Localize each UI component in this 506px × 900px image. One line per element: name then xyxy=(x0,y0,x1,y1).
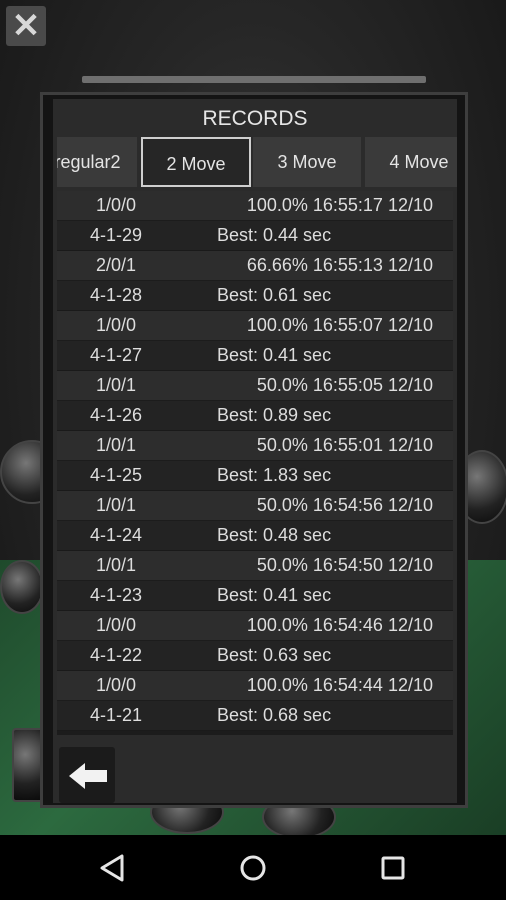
record-stats: 50.0% 16:55:05 12/10 xyxy=(256,375,433,395)
record-name: 4-1-23 xyxy=(89,585,143,605)
record-row[interactable]: 4-1-26 Best: 0.89 sec 1/0/1 50.0% 16:55:01… xyxy=(57,401,453,460)
nav-back-button[interactable] xyxy=(98,853,128,883)
record-score: 1/0/1 xyxy=(95,555,137,575)
close-button[interactable]: ✕ xyxy=(6,6,46,46)
title-bar-decoration xyxy=(82,76,426,83)
record-name: 4-1-22 xyxy=(89,645,143,665)
record-stats: 100.0% 16:54:46 12/10 xyxy=(246,615,433,635)
record-row[interactable]: 4-1-22 Best: 0.63 sec 1/0/0 100.0% 16:54:4… xyxy=(57,641,453,700)
record-row[interactable]: 4-1-25 Best: 1.83 sec 1/0/1 50.0% 16:54:56… xyxy=(57,461,453,520)
records-dialog: RECORDS Irregular2 2 Move 3 Move 4 Move … xyxy=(40,92,468,808)
dialog-title: RECORDS xyxy=(202,107,308,130)
record-score: 1/0/0 xyxy=(95,195,137,215)
records-panel: RECORDS Irregular2 2 Move 3 Move 4 Move … xyxy=(53,99,457,803)
record-stats: 66.66% 16:55:13 12/10 xyxy=(246,255,433,275)
record-name: 4-1-24 xyxy=(89,525,143,545)
record-best: Best: 0.63 sec xyxy=(217,645,332,665)
record-name: 4-1-28 xyxy=(89,285,143,305)
records-tabs: Irregular2 2 Move 3 Move 4 Move xyxy=(57,137,457,191)
record-name: 4-1-21 xyxy=(89,705,143,725)
circle-home-icon xyxy=(240,855,266,881)
tab-irregular2[interactable]: Irregular2 xyxy=(57,137,137,187)
record-row[interactable]: 4-1-29 Best: 0.44 sec 2/0/1 66.66% 16:55:1… xyxy=(57,221,453,280)
nav-home-button[interactable] xyxy=(238,853,268,883)
record-name: 4-1-26 xyxy=(89,405,143,425)
triangle-back-icon xyxy=(100,854,124,882)
record-score: 1/0/0 xyxy=(95,615,137,635)
close-icon: ✕ xyxy=(11,7,41,45)
record-best: Best: 1.83 sec xyxy=(217,465,332,485)
records-list[interactable]: 1/0/0 100.0% 16:55:17 12/10 4-1-29 Best: 0… xyxy=(57,191,453,735)
record-stats: 100.0% 16:55:07 12/10 xyxy=(246,315,433,335)
record-best: Best: 0.61 sec xyxy=(217,285,332,305)
back-arrow-icon xyxy=(69,763,107,789)
record-row[interactable]: 4-1-28 Best: 0.61 sec 1/0/0 100.0% 16:55:0… xyxy=(57,281,453,340)
record-name: 4-1-25 xyxy=(89,465,143,485)
tab-3-move[interactable]: 3 Move xyxy=(253,137,361,187)
tab-4-move[interactable]: 4 Move xyxy=(365,137,457,187)
back-button[interactable] xyxy=(59,747,115,803)
record-row[interactable]: 4-1-23 Best: 0.41 sec 1/0/0 100.0% 16:54:4… xyxy=(57,581,453,640)
square-recents-icon xyxy=(381,856,405,880)
record-score: 2/0/1 xyxy=(95,255,137,275)
nav-recents-button[interactable] xyxy=(378,853,408,883)
record-best: Best: 0.68 sec xyxy=(217,705,332,725)
record-row[interactable]: 4-1-27 Best: 0.41 sec 1/0/1 50.0% 16:55:05… xyxy=(57,341,453,400)
android-nav-bar xyxy=(0,835,506,900)
record-score: 1/0/0 xyxy=(95,315,137,335)
record-best: Best: 0.44 sec xyxy=(217,225,332,245)
record-name: 4-1-27 xyxy=(89,345,143,365)
record-stats: 100.0% 16:54:44 12/10 xyxy=(246,675,433,695)
game-stone xyxy=(0,560,44,614)
record-stats: 50.0% 16:54:56 12/10 xyxy=(256,495,433,515)
record-row[interactable]: 4-1-24 Best: 0.48 sec 1/0/1 50.0% 16:54:50… xyxy=(57,521,453,580)
record-name: 4-1-29 xyxy=(89,225,143,245)
record-score: 1/0/1 xyxy=(95,495,137,515)
record-row[interactable]: 4-1-21 Best: 0.68 sec xyxy=(57,701,453,735)
record-score: 1/0/1 xyxy=(95,375,137,395)
record-best: Best: 0.48 sec xyxy=(217,525,332,545)
record-row[interactable]: 1/0/0 100.0% 16:55:17 12/10 xyxy=(57,191,453,220)
record-best: Best: 0.89 sec xyxy=(217,405,332,425)
record-stats: 50.0% 16:55:01 12/10 xyxy=(256,435,433,455)
record-best: Best: 0.41 sec xyxy=(217,345,332,365)
tab-2-move[interactable]: 2 Move xyxy=(141,137,251,187)
record-score: 1/0/1 xyxy=(95,435,137,455)
record-stats: 50.0% 16:54:50 12/10 xyxy=(256,555,433,575)
record-score: 1/0/0 xyxy=(95,675,137,695)
record-stats: 100.0% 16:55:17 12/10 xyxy=(246,195,433,215)
record-best: Best: 0.41 sec xyxy=(217,585,332,605)
